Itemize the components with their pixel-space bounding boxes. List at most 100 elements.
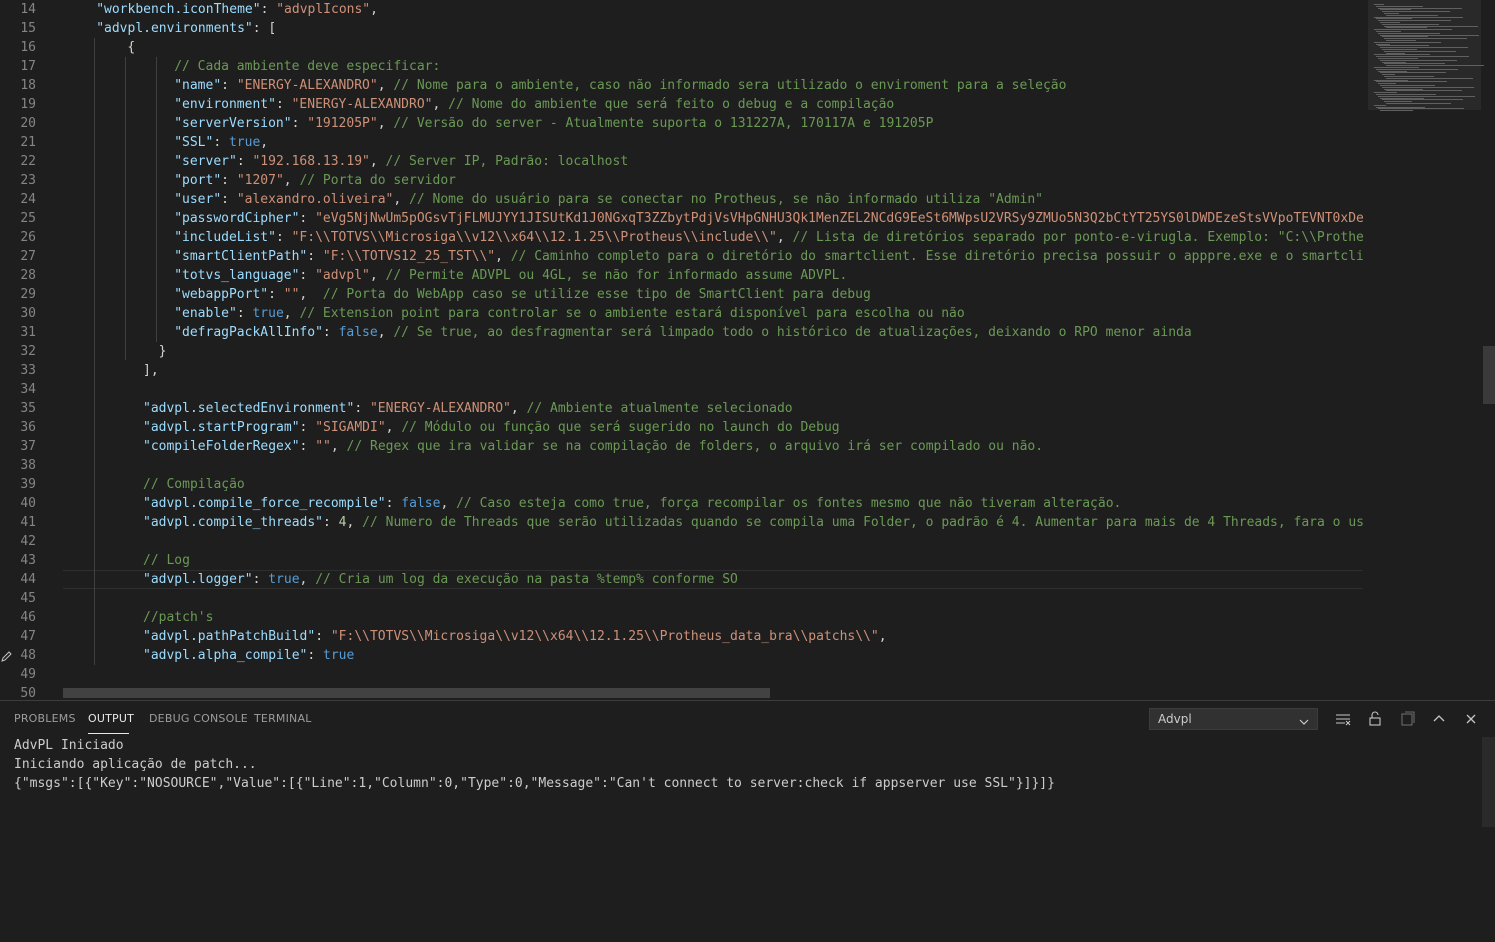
code-token: "defragPackAllInfo": [174, 325, 323, 340]
code-line: "user": "alexandro.oliveira", // Nome do…: [174, 190, 1043, 209]
lock-scroll-icon[interactable]: [1366, 710, 1384, 728]
code-token: // Numero de Threads que serão utilizada…: [362, 515, 1363, 530]
code-line: "smartClientPath": "F:\\TOTVS12_25_TST\\…: [174, 247, 1363, 266]
code-token: "": [283, 287, 300, 302]
line-number: 32: [20, 344, 36, 359]
bottom-panel: PROBLEMS OUTPUT DEBUG CONSOLE TERMINAL A…: [0, 700, 1495, 942]
code-token: ,: [260, 135, 269, 150]
line-number: 24: [20, 192, 36, 207]
code-line: "advpl.logger": true, // Cria um log da …: [143, 570, 738, 589]
code-token: // Cria um log da execução na pasta %tem…: [315, 572, 738, 587]
code-token: // Cada ambiente deve especificar:: [174, 59, 441, 74]
code-token: ,: [440, 496, 457, 511]
line-number: 35: [20, 401, 36, 416]
chevron-down-icon: [1298, 713, 1310, 725]
code-token: true: [228, 135, 261, 150]
code-token: // Server IP, Padrão: localhost: [385, 154, 629, 169]
code-token: "192.168.13.19": [252, 154, 370, 169]
code-token: ,: [346, 515, 363, 530]
line-number: 38: [20, 458, 36, 473]
code-line: "advpl.compile_force_recompile": false, …: [143, 494, 1121, 513]
code-lines[interactable]: "workbench.iconTheme": "advplIcons", "adv…: [63, 0, 1363, 700]
clear-output-icon[interactable]: [1334, 710, 1352, 728]
line-number: 44: [20, 572, 36, 587]
code-token: "serverVersion": [174, 116, 292, 131]
line-number: 34: [20, 382, 36, 397]
code-token: :: [323, 515, 339, 530]
code-line: "advpl.compile_threads": 4, // Numero de…: [143, 513, 1363, 532]
tab-debug-console[interactable]: DEBUG CONSOLE: [149, 712, 248, 725]
code-token: "user": [174, 192, 222, 207]
code-token: "F:\\TOTVS\\Microsiga\\v12\\x64\\12.1.25…: [291, 230, 777, 245]
line-number: 21: [20, 135, 36, 150]
code-token: "advpl.startProgram": [143, 420, 300, 435]
tab-problems[interactable]: PROBLEMS: [14, 712, 76, 725]
code-token: ,: [377, 116, 394, 131]
code-line: "enable": true, // Extension point para …: [174, 304, 965, 323]
code-line: "passwordCipher": "eVg5NjNwUm5pOGsvTjFLM…: [174, 209, 1363, 228]
chevron-up-icon[interactable]: [1430, 710, 1448, 728]
code-token: ,: [377, 78, 394, 93]
indent-guide: [125, 57, 126, 360]
line-number: 43: [20, 553, 36, 568]
output-channel-select[interactable]: Advpl: [1149, 708, 1318, 730]
code-editor[interactable]: 14 15 16 17 18 19 20 21 22 23 24 25 26 27 28 29 30 31 32 33…: [0, 0, 1495, 700]
editor-horizontal-scrollbar[interactable]: [63, 688, 770, 698]
scrollbar-thumb[interactable]: [1483, 346, 1495, 404]
line-number: 45: [20, 591, 36, 606]
line-number: 16: [20, 40, 36, 55]
line-number: 50: [20, 686, 36, 700]
code-line: }: [159, 342, 167, 361]
code-token: "eVg5NjNwUm5pOGsvTjFLMUJYY1JISUtKd1J0NGx…: [315, 211, 1363, 226]
active-tab-indicator: [88, 733, 129, 734]
output-line: {"msgs":[{"Key":"NOSOURCE","Value":[{"Li…: [14, 776, 1055, 791]
code-token: // Se true, ao desfragmentar será limpad…: [393, 325, 1192, 340]
code-line: "advpl.alpha_compile": true: [143, 646, 354, 665]
code-token: // Nome do ambiente que será feito o deb…: [448, 97, 895, 112]
code-token: "environment": [174, 97, 276, 112]
code-token: true: [323, 648, 355, 663]
minimap-line: [1386, 103, 1451, 104]
code-token: :: [299, 439, 316, 454]
code-line: ],: [143, 361, 159, 380]
output-line: AdvPL Iniciado: [14, 738, 124, 753]
open-in-editor-icon[interactable]: [1398, 710, 1416, 728]
tab-terminal[interactable]: TERMINAL: [254, 712, 312, 725]
code-line: "environment": "ENERGY-ALEXANDRO", // No…: [174, 95, 894, 114]
output-line: Iniciando aplicação de patch...: [14, 757, 257, 772]
code-token: ,: [393, 192, 410, 207]
code-line: "server": "192.168.13.19", // Server IP,…: [174, 152, 628, 171]
code-token: // Versão do server - Atualmente suporta…: [393, 116, 934, 131]
code-token: "advpl.alpha_compile": [143, 648, 308, 663]
editor-vertical-scrollbar[interactable]: [1482, 0, 1495, 700]
code-token: "advpl.environments": [96, 21, 253, 36]
code-line: "totvs_language": "advpl", // Permite AD…: [174, 266, 847, 285]
code-token: ,: [370, 2, 378, 17]
line-number: 15: [20, 21, 36, 36]
code-token: :: [221, 173, 237, 188]
code-token: }: [158, 344, 167, 359]
line-number: 31: [20, 325, 36, 340]
line-number: 23: [20, 173, 36, 188]
code-token: "SSL": [174, 135, 214, 150]
code-token: "": [315, 439, 331, 454]
code-token: // Log: [143, 553, 190, 568]
minimap[interactable]: [1368, 0, 1486, 700]
minimap-line: [1386, 90, 1462, 92]
line-number: 40: [20, 496, 36, 511]
code-line: "serverVersion": "191205P", // Versão do…: [174, 114, 933, 133]
code-line: "advpl.pathPatchBuild": "F:\\TOTVS\\Micr…: [143, 627, 887, 646]
code-token: // Porta do WebApp caso se utilize esse …: [322, 287, 871, 302]
code-line: "name": "ENERGY-ALEXANDRO", // Nome para…: [174, 76, 1066, 95]
code-token: ,: [299, 287, 323, 302]
code-token: {: [127, 40, 136, 55]
line-number: 20: [20, 116, 36, 131]
line-number: 47: [20, 629, 36, 644]
code-line: "webappPort": "", // Porta do WebApp cas…: [174, 285, 871, 304]
tab-output[interactable]: OUTPUT: [88, 712, 134, 725]
code-token: "advpl.compile_threads": [143, 515, 324, 530]
output-vertical-scrollbar[interactable]: [1482, 737, 1495, 827]
line-number: 37: [20, 439, 36, 454]
close-icon[interactable]: [1462, 710, 1480, 728]
line-number: 49: [20, 667, 36, 682]
